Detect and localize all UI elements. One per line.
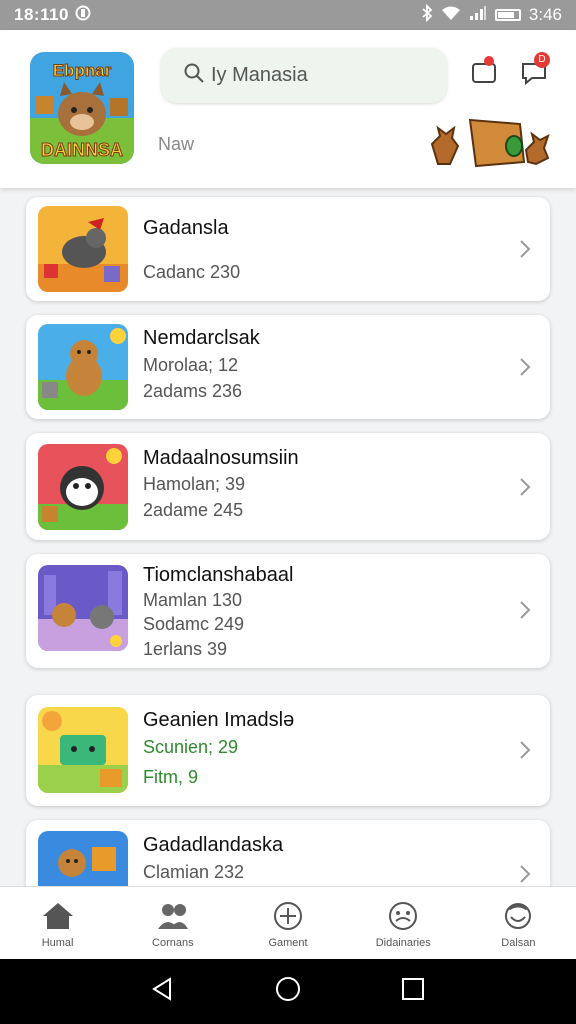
nav-dictionaries[interactable]: Didainaries xyxy=(346,887,461,959)
chevron-right-icon xyxy=(520,601,531,619)
status-bar: 18:110 3:46 xyxy=(0,0,576,30)
nav-profile[interactable]: Dalsan xyxy=(461,887,576,959)
tab-new[interactable]: Naw xyxy=(158,134,194,155)
face-icon xyxy=(389,902,418,930)
game-stat: Hamolan; 39 xyxy=(143,474,246,494)
app-logo-text-top: Ebpnar xyxy=(53,61,112,80)
game-card[interactable]: Madaalnosumsiin Hamolan; 39 2adame 245 xyxy=(26,433,550,540)
game-stat: Fitm, 9 xyxy=(143,767,199,787)
recents-button[interactable] xyxy=(400,976,426,1007)
nav-add[interactable]: Gament xyxy=(230,887,345,959)
chevron-right-icon xyxy=(520,865,531,883)
game-title: Gadansla xyxy=(143,217,229,239)
game-stat: Cadanc 230 xyxy=(143,262,241,282)
game-stat: Morolaa; 12 xyxy=(143,355,239,375)
game-stat: Scunien; 29 xyxy=(143,737,239,757)
game-card[interactable]: Geanien Imadslə Scunien; 29 Fitm, 9 xyxy=(26,695,550,806)
add-circle-icon xyxy=(274,902,302,930)
header-decoration xyxy=(428,114,550,174)
status-time-left: 18:110 xyxy=(14,5,69,24)
people-icon xyxy=(157,904,188,929)
battery-icon xyxy=(494,9,521,21)
home-circle-icon xyxy=(275,977,300,1001)
nav-label: Gament xyxy=(268,937,308,949)
search-icon xyxy=(183,62,211,90)
game-thumbnail xyxy=(38,565,128,651)
chevron-right-icon xyxy=(520,478,531,496)
home-icon xyxy=(42,903,73,929)
chat-badge: D xyxy=(534,52,550,68)
game-thumbnail xyxy=(38,831,128,886)
app-logo[interactable]: Ebpnar DAINNSA xyxy=(30,52,134,164)
home-button[interactable] xyxy=(275,976,301,1007)
game-stat: Clamian 232 xyxy=(143,862,245,882)
system-nav-bar xyxy=(0,959,576,1024)
nav-label: Didainaries xyxy=(375,937,431,949)
status-time-right: 3:46 xyxy=(528,5,562,24)
nav-community[interactable]: Cornans xyxy=(115,887,230,959)
game-title: Tiomclanshabaal xyxy=(143,564,294,586)
chevron-right-icon xyxy=(520,358,531,376)
game-thumbnail xyxy=(38,444,128,530)
back-button[interactable] xyxy=(150,976,176,1007)
game-card[interactable]: Nemdarclsak Morolaa; 12 2adams 236 xyxy=(26,315,550,419)
back-icon xyxy=(151,977,171,1001)
game-card[interactable]: Tiomclanshabaal Mamlan 130 Sodamc 249 1e… xyxy=(26,554,550,668)
bottom-nav: Humal Cornans Gament Didainaries Dalsan xyxy=(0,886,576,959)
notification-button[interactable] xyxy=(470,56,502,90)
game-stat: 1erlans 39 xyxy=(143,639,228,659)
nav-home[interactable]: Humal xyxy=(0,887,115,959)
wifi-icon xyxy=(441,5,461,26)
game-title: Gadadlandaska xyxy=(143,834,284,856)
profile-icon xyxy=(505,903,532,929)
game-thumbnail xyxy=(38,206,128,292)
game-thumbnail xyxy=(38,707,128,793)
game-thumbnail xyxy=(38,324,128,410)
game-stat: Mamlan 130 xyxy=(143,590,243,610)
game-list: Gadansla Cadanc 230 Nemdarclsak Morolaa;… xyxy=(0,188,576,886)
game-stat: 2adams 236 xyxy=(143,381,243,401)
game-title: Nemdarclsak xyxy=(143,327,260,349)
notification-badge xyxy=(484,56,494,66)
chevron-right-icon xyxy=(520,240,531,258)
game-card[interactable]: Gadadlandaska Clamian 232 xyxy=(26,820,550,886)
game-stat: 2adame 245 xyxy=(143,500,244,520)
nav-label: Cornans xyxy=(152,937,194,949)
search-bar[interactable]: Iy Manasia xyxy=(161,48,447,103)
game-title: Madaalnosumsiin xyxy=(143,447,299,469)
recents-icon xyxy=(402,978,425,1000)
game-title: Geanien Imadslə xyxy=(143,709,295,731)
nav-label: Dalsan xyxy=(501,937,536,949)
search-placeholder: Iy Manasia xyxy=(211,64,308,86)
nav-label: Humal xyxy=(41,937,74,949)
signal-icon xyxy=(469,5,487,26)
data-saver-icon xyxy=(75,5,91,26)
game-stat: Sodamc 249 xyxy=(143,614,245,634)
app-header: Ebpnar DAINNSA Iy Manasia Naw D xyxy=(0,30,576,188)
chat-button[interactable]: D xyxy=(520,52,552,90)
bluetooth-icon xyxy=(421,3,433,27)
chevron-right-icon xyxy=(520,741,531,759)
game-card[interactable]: Gadansla Cadanc 230 xyxy=(26,197,550,301)
app-logo-text-bottom: DAINNSA xyxy=(41,140,123,160)
